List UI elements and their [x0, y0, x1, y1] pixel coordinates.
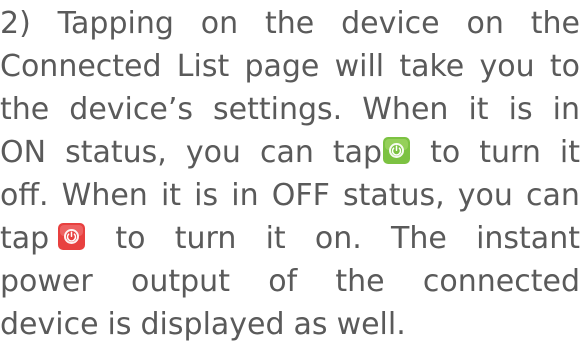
word: page	[244, 49, 320, 84]
word: When	[362, 92, 449, 127]
word: List	[176, 49, 230, 84]
word: the	[530, 6, 580, 41]
word: When	[61, 178, 148, 213]
text-line-8: device is displayed as well.	[0, 303, 580, 346]
word: in	[231, 178, 259, 213]
word: well.	[336, 307, 406, 342]
word: it	[160, 178, 182, 213]
word: can	[259, 135, 314, 170]
word: instant	[476, 221, 580, 256]
word: device	[341, 6, 440, 41]
word: to	[115, 221, 146, 256]
word: on.	[314, 221, 362, 256]
word: you	[185, 135, 241, 170]
word: to	[549, 49, 580, 84]
word: OFF	[271, 178, 330, 213]
word: Connected	[0, 49, 162, 84]
word: it	[559, 135, 580, 170]
word: The	[391, 221, 447, 256]
text-line-6: tap to turn it on. The instant	[0, 217, 580, 260]
word: status,	[342, 178, 445, 213]
word: it	[265, 221, 286, 256]
word: the	[264, 6, 315, 41]
text-line-2: Connected List page will take you to	[0, 45, 580, 88]
word: tap	[0, 221, 50, 256]
word: settings.	[213, 92, 343, 127]
word: you	[457, 178, 513, 213]
power-off-icon	[58, 223, 86, 250]
text-line-3: the device’s settings. When it is in	[0, 88, 580, 131]
word: take	[399, 49, 465, 84]
word: displayed	[140, 307, 285, 342]
word: is	[508, 92, 533, 127]
word: on	[200, 6, 239, 41]
word: the	[335, 264, 385, 299]
word: power	[0, 264, 93, 299]
word: in	[552, 92, 580, 127]
word: device’s	[69, 92, 193, 127]
tap-on-button-fragment: tap	[333, 131, 411, 174]
text-line-1: 2) Tapping on the device on the	[0, 2, 580, 45]
word: will	[334, 49, 385, 84]
text-line-7: power output of the connected	[0, 260, 580, 303]
word: as	[293, 307, 328, 342]
word: ON	[0, 135, 47, 170]
word: you	[479, 49, 535, 84]
tap-off-button-fragment: tap	[0, 217, 86, 260]
word: turn	[174, 221, 237, 256]
text-line-4: ON status, you can tap to turn it	[0, 131, 580, 174]
word: to	[430, 135, 461, 170]
word: turn	[479, 135, 541, 170]
word: on	[466, 6, 504, 41]
word: 2)	[0, 6, 31, 41]
word: can	[526, 178, 580, 213]
word: the	[0, 92, 50, 127]
word: status,	[65, 135, 167, 170]
text-line-5: off. When it is in OFF status, you can	[0, 174, 580, 217]
word: is	[107, 307, 132, 342]
word: of	[268, 264, 298, 299]
word: Tapping	[57, 6, 174, 41]
word: off.	[0, 178, 49, 213]
power-on-icon	[383, 137, 411, 164]
word: it	[468, 92, 489, 127]
word: connected	[422, 264, 580, 299]
word: device	[0, 307, 99, 342]
word: output	[131, 264, 230, 299]
word: is	[194, 178, 219, 213]
instruction-paragraph: 2) Tapping on the device on the Connecte…	[0, 0, 587, 351]
word: tap	[332, 135, 383, 170]
